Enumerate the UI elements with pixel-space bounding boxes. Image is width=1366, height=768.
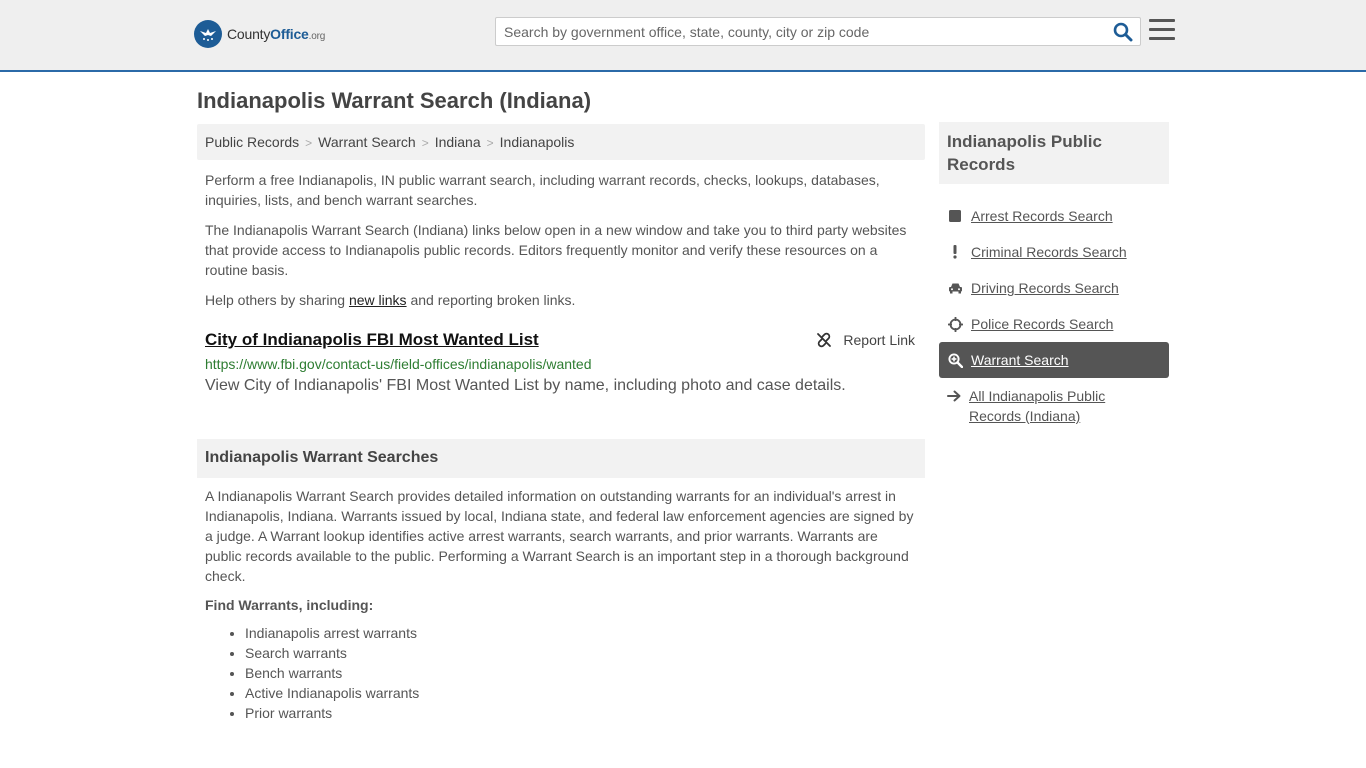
sidebar-heading: Indianapolis Public Records — [939, 122, 1169, 184]
sidebar-item-label[interactable]: All Indianapolis Public Records (Indiana… — [969, 386, 1161, 426]
sidebar-item-police-records[interactable]: Police Records Search — [939, 306, 1169, 342]
sidebar-item-driving-records[interactable]: Driving Records Search — [939, 270, 1169, 306]
search-icon[interactable] — [1112, 21, 1134, 43]
breadcrumb-separator-icon: > — [305, 136, 313, 150]
hamburger-icon[interactable] — [1149, 19, 1175, 43]
exclamation-icon — [947, 244, 963, 260]
share-paragraph: Help others by sharing new links and rep… — [205, 292, 576, 308]
sidebar: Indianapolis Public Records Arrest Recor… — [939, 122, 1169, 426]
disclaimer-paragraph: The Indianapolis Warrant Search (Indiana… — [205, 222, 907, 278]
sidebar-item-label[interactable]: Driving Records Search — [971, 280, 1119, 296]
result-url: https://www.fbi.gov/contact-us/field-off… — [205, 356, 592, 372]
square-icon — [947, 208, 963, 224]
list-item: Search warrants — [245, 643, 925, 663]
crosshairs-icon — [947, 316, 963, 332]
site-header: CountyOffice.org — [0, 0, 1366, 72]
breadcrumb-indianapolis[interactable]: Indianapolis — [500, 134, 575, 150]
search-input[interactable] — [496, 18, 1096, 45]
report-link-label: Report Link — [843, 332, 915, 348]
sidebar-item-warrant-search[interactable]: Warrant Search — [939, 342, 1169, 378]
page-title: Indianapolis Warrant Search (Indiana) — [197, 88, 592, 113]
sidebar-item-label[interactable]: Arrest Records Search — [971, 208, 1113, 224]
breadcrumb-warrant-search[interactable]: Warrant Search — [318, 134, 416, 150]
intro-paragraph: Perform a free Indianapolis, IN public w… — [205, 172, 880, 208]
result-title-link[interactable]: City of Indianapolis FBI Most Wanted Lis… — [205, 330, 539, 350]
list-item: Prior warrants — [245, 703, 925, 723]
search-box — [495, 17, 1141, 46]
list-item: Indianapolis arrest warrants — [245, 623, 925, 643]
list-item: Bench warrants — [245, 663, 925, 683]
breadcrumb-public-records[interactable]: Public Records — [205, 134, 299, 150]
find-warrants-label: Find Warrants, including: — [205, 597, 374, 613]
sidebar-item-label[interactable]: Police Records Search — [971, 316, 1113, 332]
sidebar-item-label[interactable]: Criminal Records Search — [971, 244, 1127, 260]
breadcrumb-separator-icon: > — [486, 136, 494, 150]
breadcrumb: Public Records > Warrant Search > Indiana > In… — [197, 124, 925, 160]
sidebar-item-criminal-records[interactable]: Criminal Records Search — [939, 234, 1169, 270]
sidebar-item-arrest-records[interactable]: Arrest Records Search — [939, 198, 1169, 234]
result-item: City of Indianapolis FBI Most Wanted Lis… — [197, 330, 925, 395]
section-body: A Indianapolis Warrant Search provides d… — [205, 488, 914, 584]
site-logo[interactable]: CountyOffice.org — [194, 20, 325, 48]
car-icon — [947, 280, 963, 296]
list-item: Active Indianapolis warrants — [245, 683, 925, 703]
breadcrumb-separator-icon: > — [421, 136, 429, 150]
breadcrumb-indiana[interactable]: Indiana — [435, 134, 481, 150]
report-link-button[interactable]: Report Link — [816, 332, 915, 348]
eagle-icon — [194, 20, 222, 48]
search-plus-icon — [947, 352, 963, 368]
arrow-right-icon — [947, 388, 961, 404]
section-heading: Indianapolis Warrant Searches — [197, 439, 925, 478]
main-content: Public Records > Warrant Search > Indiana > In… — [197, 124, 925, 723]
sidebar-item-label[interactable]: Warrant Search — [971, 352, 1069, 368]
result-description: View City of Indianapolis' FBI Most Want… — [205, 377, 846, 394]
sidebar-nav: Arrest Records Search Criminal Records S… — [939, 198, 1169, 426]
broken-link-icon — [817, 332, 832, 348]
logo-text: CountyOffice.org — [227, 26, 326, 42]
new-links-link[interactable]: new links — [349, 292, 407, 308]
sidebar-item-all-records[interactable]: All Indianapolis Public Records (Indiana… — [939, 378, 1169, 426]
warrant-types-list: Indianapolis arrest warrants Search warr… — [197, 623, 925, 723]
